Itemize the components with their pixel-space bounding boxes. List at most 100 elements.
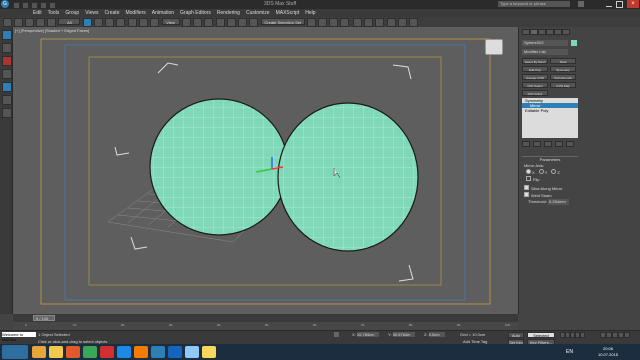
axis-radio-x[interactable]: X bbox=[526, 169, 535, 176]
viewcube-icon[interactable] bbox=[485, 39, 503, 55]
named-selection-sets[interactable]: Create Selection Set bbox=[260, 18, 305, 25]
modify-icon[interactable] bbox=[2, 56, 12, 66]
menu-item-edit[interactable]: Edit bbox=[33, 9, 42, 17]
tray-clock[interactable]: 20:06 10.07.2015 bbox=[598, 346, 618, 358]
spinner-snap-icon[interactable] bbox=[249, 18, 259, 27]
window-crossing-icon[interactable] bbox=[115, 18, 125, 27]
align-icon[interactable] bbox=[318, 18, 328, 27]
threshold-spinner[interactable]: 0.254mm bbox=[548, 199, 570, 205]
hierarchy-tab-icon[interactable] bbox=[538, 29, 546, 35]
menu-item-create[interactable]: Create bbox=[104, 9, 119, 17]
object-color-swatch[interactable] bbox=[571, 40, 577, 46]
make-unique-icon[interactable] bbox=[544, 141, 552, 147]
undo-icon[interactable] bbox=[3, 18, 12, 27]
x-field[interactable]: 10.784cm bbox=[356, 332, 379, 337]
chrome-icon[interactable] bbox=[83, 346, 97, 358]
motion-tab-icon[interactable] bbox=[546, 29, 554, 35]
skype-icon[interactable] bbox=[117, 346, 131, 358]
menu-item-views[interactable]: Views bbox=[85, 9, 98, 17]
auto-key-button[interactable]: Auto Key bbox=[508, 332, 524, 344]
create-tab-icon[interactable] bbox=[522, 29, 530, 35]
menu-item-maxscript[interactable]: MAXScript bbox=[276, 9, 300, 17]
scale-icon[interactable] bbox=[150, 18, 160, 27]
move-icon[interactable] bbox=[128, 18, 138, 27]
photoshop-icon[interactable] bbox=[168, 346, 182, 358]
orbit-icon[interactable] bbox=[624, 332, 630, 338]
slice-checkbox[interactable]: Slice Along Mirror bbox=[522, 185, 578, 192]
minimize-icon[interactable] bbox=[606, 2, 612, 7]
explorer-icon[interactable] bbox=[49, 346, 63, 358]
axis-radio-z[interactable]: Z bbox=[551, 169, 560, 176]
flip-checkbox[interactable]: Flip bbox=[522, 176, 578, 183]
configure-modifier-sets-icon[interactable] bbox=[566, 141, 574, 147]
redo-icon[interactable] bbox=[49, 2, 56, 9]
perspective-viewport[interactable]: [+] [Perspective] [Shaded + Edged Faces] bbox=[13, 27, 518, 314]
modifier-button-turbosmooth[interactable]: TurboSmooth bbox=[550, 74, 576, 80]
modifier-button-unwrap-uvw[interactable]: Unwrap UVW bbox=[522, 74, 548, 80]
redo-icon[interactable] bbox=[14, 18, 23, 27]
menu-item-customize[interactable]: Customize bbox=[246, 9, 270, 17]
create-shape-icon[interactable] bbox=[2, 43, 12, 53]
remove-modifier-icon[interactable] bbox=[555, 141, 563, 147]
material-editor-icon[interactable] bbox=[374, 18, 384, 27]
select-by-name-icon[interactable] bbox=[93, 18, 103, 27]
menu-item-group[interactable]: Group bbox=[65, 9, 79, 17]
ribbon-toggle-icon[interactable] bbox=[2, 30, 12, 40]
weld-checkbox[interactable]: Weld Seam bbox=[522, 192, 578, 199]
rectangular-selection-icon[interactable] bbox=[104, 18, 114, 27]
ie-icon[interactable] bbox=[32, 346, 46, 358]
key-mode-dropdown[interactable]: Selected bbox=[527, 332, 555, 338]
menu-item-graph-editors[interactable]: Graph Editors bbox=[180, 9, 211, 17]
reference-coordinate-dropdown[interactable]: View bbox=[161, 18, 180, 25]
modifier-button-symmetry[interactable]: Symmetry bbox=[550, 66, 576, 72]
select-manipulate-icon[interactable] bbox=[192, 18, 202, 27]
lock-selection-icon[interactable] bbox=[334, 332, 339, 337]
render-production-icon[interactable] bbox=[408, 18, 418, 27]
display-icon[interactable] bbox=[2, 95, 12, 105]
opera-icon[interactable] bbox=[100, 346, 114, 358]
angle-snap-icon[interactable] bbox=[227, 18, 237, 27]
schematic-view-icon[interactable] bbox=[363, 18, 373, 27]
unlink-icon[interactable] bbox=[36, 18, 45, 27]
go-to-end-icon[interactable] bbox=[580, 332, 585, 338]
track-bar[interactable]: 0 10 20 30 40 50 60 70 80 90 100 bbox=[13, 322, 518, 330]
snaps-toggle-icon[interactable] bbox=[216, 18, 226, 27]
modifier-button-select-by-mesh[interactable]: Select By Mesh bbox=[522, 58, 548, 64]
layer-manager-icon[interactable] bbox=[329, 18, 339, 27]
utilities-icon[interactable] bbox=[2, 108, 12, 118]
modifier-list-dropdown[interactable]: Modifier List bbox=[522, 49, 568, 55]
new-file-icon[interactable] bbox=[13, 2, 20, 9]
modifier-button-ffd-select[interactable]: FFD Select bbox=[522, 82, 548, 88]
display-tab-icon[interactable] bbox=[554, 29, 562, 35]
pin-stack-icon[interactable] bbox=[522, 141, 530, 147]
graphite-ribbon-icon[interactable] bbox=[340, 18, 350, 27]
y-field[interactable]: 50.6764m bbox=[392, 332, 415, 337]
media-icon[interactable] bbox=[66, 346, 80, 358]
menu-item-help[interactable]: Help bbox=[305, 9, 315, 17]
hierarchy-icon[interactable] bbox=[2, 69, 12, 79]
motion-icon[interactable] bbox=[2, 82, 12, 92]
z-field[interactable]: 0.0cm bbox=[428, 332, 445, 337]
3dsmax-icon[interactable] bbox=[151, 346, 165, 358]
render-setup-icon[interactable] bbox=[386, 18, 396, 27]
axis-radio-y[interactable]: Y bbox=[538, 169, 547, 176]
time-slider[interactable]: 0 / 100 bbox=[13, 314, 518, 322]
open-file-icon[interactable] bbox=[22, 2, 29, 9]
bind-space-warp-icon[interactable] bbox=[47, 18, 56, 27]
time-slider-thumb[interactable]: 0 / 100 bbox=[33, 315, 55, 321]
modify-tab-icon[interactable] bbox=[530, 29, 538, 35]
modifier-button-edit-poly[interactable]: Edit Poly bbox=[522, 66, 548, 72]
mirror-icon[interactable] bbox=[307, 18, 317, 27]
selection-filter-dropdown[interactable]: All bbox=[58, 18, 81, 25]
close-icon[interactable]: × bbox=[627, 0, 639, 8]
tray-language[interactable]: EN bbox=[566, 349, 573, 355]
menu-item-rendering[interactable]: Rendering bbox=[217, 9, 240, 17]
pivot-center-icon[interactable] bbox=[181, 18, 191, 27]
utilities-tab-icon[interactable] bbox=[562, 29, 570, 35]
keyboard-shortcut-icon[interactable] bbox=[203, 18, 213, 27]
menu-item-animation[interactable]: Animation bbox=[152, 9, 174, 17]
undo-icon[interactable] bbox=[40, 2, 47, 9]
menu-item-modifiers[interactable]: Modifiers bbox=[125, 9, 145, 17]
menu-item-tools[interactable]: Tools bbox=[48, 9, 60, 17]
link-icon[interactable] bbox=[25, 18, 34, 27]
